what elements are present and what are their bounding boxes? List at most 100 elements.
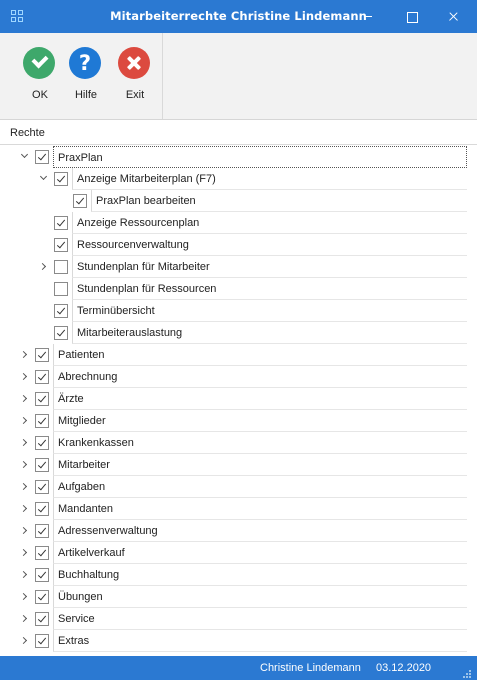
chevron-down-icon[interactable] [39,174,49,184]
tree-row-cell[interactable]: Mitarbeiter [53,454,467,476]
tree-row[interactable]: Terminübersicht [0,300,477,322]
permission-checkbox[interactable] [35,502,49,516]
chevron-right-icon[interactable] [20,482,30,492]
permission-checkbox[interactable] [35,524,49,538]
tree-row-cell[interactable]: Service [53,608,467,630]
tree-row[interactable]: Stundenplan für Mitarbeiter [0,256,477,278]
permission-checkbox[interactable] [35,392,49,406]
tree-row-cell[interactable]: Terminübersicht [72,300,467,322]
chevron-right-icon[interactable] [20,372,30,382]
chevron-right-icon[interactable] [20,526,30,536]
tree-row-label: Stundenplan für Ressourcen [77,283,217,295]
tree-row[interactable]: Patienten [0,344,477,366]
chevron-right-icon[interactable] [20,548,30,558]
tree-row[interactable]: Mitarbeiterauslastung [0,322,477,344]
help-button[interactable]: ? Hilfe [64,33,108,119]
tree-row[interactable]: Aufgaben [0,476,477,498]
tree-row[interactable]: Mitarbeiter [0,454,477,476]
permission-checkbox[interactable] [35,590,49,604]
tree-row[interactable]: Artikelverkauf [0,542,477,564]
permission-checkbox[interactable] [35,480,49,494]
tree-row-cell[interactable]: Mandanten [53,498,467,520]
permission-checkbox[interactable] [73,194,87,208]
tree-row-cell[interactable]: PraxPlan [53,146,467,168]
permission-checkbox[interactable] [54,260,68,274]
permission-checkbox[interactable] [54,238,68,252]
ok-button[interactable]: OK [18,33,62,119]
chevron-right-icon[interactable] [20,614,30,624]
permission-checkbox[interactable] [35,546,49,560]
close-button[interactable] [430,0,476,33]
chevron-right-icon[interactable] [20,350,30,360]
tree-row-cell[interactable]: Aufgaben [53,476,467,498]
minimize-button[interactable] [343,0,389,33]
chevron-right-icon[interactable] [39,262,49,272]
chevron-right-icon[interactable] [20,416,30,426]
tree-row[interactable]: Extras [0,630,477,652]
tree-row[interactable]: Service [0,608,477,630]
tree-row-cell[interactable]: Artikelverkauf [53,542,467,564]
permission-checkbox[interactable] [54,172,68,186]
tree-row-cell[interactable]: Anzeige Ressourcenplan [72,212,467,234]
tree-row[interactable]: Übungen [0,586,477,608]
tree-row[interactable]: PraxPlan [0,146,477,168]
permission-checkbox[interactable] [54,216,68,230]
permission-checkbox[interactable] [35,436,49,450]
tree-row-cell[interactable]: Ressourcenverwaltung [72,234,467,256]
exit-button[interactable]: Exit [113,33,157,119]
permission-checkbox[interactable] [54,326,68,340]
ok-button-label: OK [32,89,48,101]
chevron-right-icon[interactable] [20,636,30,646]
tree-row-cell[interactable]: Anzeige Mitarbeiterplan (F7) [72,168,467,190]
tree-row[interactable]: Mitglieder [0,410,477,432]
chevron-right-icon[interactable] [20,438,30,448]
permission-checkbox[interactable] [35,414,49,428]
permission-checkbox[interactable] [35,612,49,626]
permission-checkbox[interactable] [35,370,49,384]
tree-row-cell[interactable]: Krankenkassen [53,432,467,454]
resize-grip-icon[interactable] [463,670,471,678]
tree-row-cell[interactable]: Mitglieder [53,410,467,432]
tree-row-cell[interactable]: Stundenplan für Mitarbeiter [72,256,467,278]
tree-row[interactable]: Stundenplan für Ressourcen [0,278,477,300]
permission-checkbox[interactable] [35,458,49,472]
permission-checkbox[interactable] [54,282,68,296]
permission-checkbox[interactable] [35,568,49,582]
tree-row[interactable]: Ressourcenverwaltung [0,234,477,256]
tree-column-header-label: Rechte [10,127,45,139]
chevron-right-icon[interactable] [20,394,30,404]
chevron-right-icon[interactable] [20,504,30,514]
tree-row-cell[interactable]: Buchhaltung [53,564,467,586]
tree-row-cell[interactable]: Ärzte [53,388,467,410]
permission-checkbox[interactable] [35,634,49,648]
tree-row-label: Ressourcenverwaltung [77,239,189,251]
chevron-right-icon[interactable] [20,592,30,602]
tree-row[interactable]: Anzeige Ressourcenplan [0,212,477,234]
permission-checkbox[interactable] [35,348,49,362]
tree-row[interactable]: Anzeige Mitarbeiterplan (F7) [0,168,477,190]
chevron-down-icon[interactable] [20,152,30,162]
tree-row-label: Buchhaltung [58,569,120,581]
permission-checkbox[interactable] [35,150,49,164]
tree-row[interactable]: Abrechnung [0,366,477,388]
tree-row[interactable]: Krankenkassen [0,432,477,454]
tree-row-cell[interactable]: Mitarbeiterauslastung [72,322,467,344]
tree-row[interactable]: Mandanten [0,498,477,520]
title-bar: Mitarbeiterrechte Christine Lindemann [0,0,477,33]
tree-row-cell[interactable]: Übungen [53,586,467,608]
chevron-right-icon[interactable] [20,460,30,470]
permission-checkbox[interactable] [54,304,68,318]
maximize-button[interactable] [389,0,435,33]
tree-row-cell[interactable]: Patienten [53,344,467,366]
tree-row-cell[interactable]: Stundenplan für Ressourcen [72,278,467,300]
tree-row-cell[interactable]: Adressenverwaltung [53,520,467,542]
permissions-tree[interactable]: PraxPlan Anzeige Mitarbeiterplan (F7) Prax… [0,146,477,655]
tree-row-cell[interactable]: PraxPlan bearbeiten [91,190,467,212]
chevron-right-icon[interactable] [20,570,30,580]
tree-row[interactable]: Ärzte [0,388,477,410]
tree-row[interactable]: Buchhaltung [0,564,477,586]
tree-row-cell[interactable]: Abrechnung [53,366,467,388]
tree-row[interactable]: Adressenverwaltung [0,520,477,542]
tree-row[interactable]: PraxPlan bearbeiten [0,190,477,212]
tree-row-cell[interactable]: Extras [53,630,467,652]
